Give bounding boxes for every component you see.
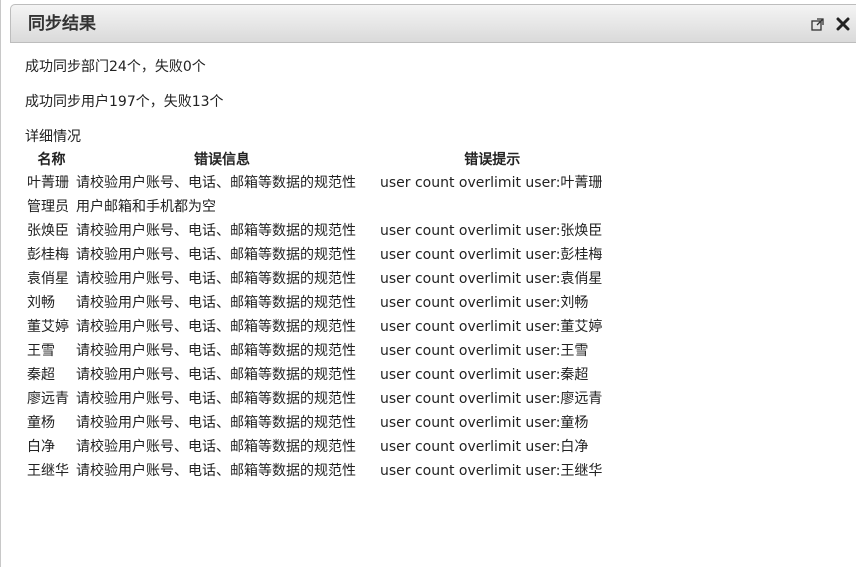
details-label: 详细情况 (25, 129, 81, 145)
close-icon[interactable] (834, 15, 852, 33)
table-row: 彭桂梅 请校验用户账号、电话、邮箱等数据的规范性 user count overli… (27, 242, 604, 266)
table-row: 王雪 请校验用户账号、电话、邮箱等数据的规范性 user count overlim… (27, 338, 604, 362)
row-hint-cell: user count overlimit user:刘畅 (380, 295, 589, 311)
user-sync-summary: 成功同步用户197个，失败13个 (25, 94, 224, 110)
row-name-cell: 彭桂梅 (27, 247, 69, 263)
row-hint-cell (380, 194, 604, 218)
column-header-message: 错误信息 (194, 152, 250, 168)
row-name-cell: 廖远青 (27, 391, 69, 407)
row-name-cell: 袁俏星 (27, 271, 69, 287)
column-header-hint: 错误提示 (464, 152, 521, 168)
row-message-cell: 用户邮箱和手机都为空 (76, 199, 216, 215)
table-row: 秦超 请校验用户账号、电话、邮箱等数据的规范性 user count overlim… (27, 362, 604, 386)
row-name-cell: 张焕臣 (27, 223, 69, 239)
row-message-cell: 请校验用户账号、电话、邮箱等数据的规范性 (76, 367, 356, 383)
column-header-name: 名称 (37, 152, 66, 168)
row-message-cell: 请校验用户账号、电话、邮箱等数据的规范性 (76, 247, 356, 263)
error-details-table: 名称 错误信息 错误提示 叶菁珊 请校验用户账号、电话、邮箱等数据的规范性 user… (27, 148, 604, 482)
row-name-cell: 王继华 (27, 463, 69, 479)
row-name-cell: 王雪 (27, 343, 55, 359)
row-message-cell: 请校验用户账号、电话、邮箱等数据的规范性 (76, 439, 356, 455)
row-hint-cell: user count overlimit user:王雪 (380, 343, 589, 359)
row-name-cell: 董艾婷 (27, 319, 69, 335)
row-message-cell: 请校验用户账号、电话、邮箱等数据的规范性 (76, 175, 356, 191)
row-hint-cell: user count overlimit user:童杨 (380, 415, 589, 431)
row-hint-cell: user count overlimit user:张焕臣 (380, 223, 603, 239)
row-name-cell: 刘畅 (27, 295, 55, 311)
row-message-cell: 请校验用户账号、电话、邮箱等数据的规范性 (76, 391, 356, 407)
row-hint-cell: user count overlimit user:袁俏星 (380, 271, 603, 287)
sync-result-dialog: 同步结果 成功同步部门24个，失败0个 成功同步用户197个，失败13个 详细情… (0, 0, 856, 567)
external-link-icon[interactable] (808, 15, 826, 33)
table-header-row: 名称 错误信息 错误提示 (27, 148, 604, 170)
row-message-cell: 请校验用户账号、电话、邮箱等数据的规范性 (76, 295, 356, 311)
dialog-titlebar: 同步结果 (10, 4, 856, 43)
row-name-cell: 白净 (27, 439, 55, 455)
table-row: 管理员 用户邮箱和手机都为空 (27, 194, 604, 218)
row-message-cell: 请校验用户账号、电话、邮箱等数据的规范性 (76, 343, 356, 359)
row-message-cell: 请校验用户账号、电话、邮箱等数据的规范性 (76, 223, 356, 239)
row-hint-cell: user count overlimit user:秦超 (380, 367, 589, 383)
row-hint-cell: user count overlimit user:董艾婷 (380, 319, 603, 335)
table-row: 张焕臣 请校验用户账号、电话、邮箱等数据的规范性 user count overli… (27, 218, 604, 242)
row-hint-cell: user count overlimit user:白净 (380, 439, 589, 455)
row-name-cell: 叶菁珊 (27, 175, 69, 191)
department-sync-summary: 成功同步部门24个，失败0个 (25, 59, 206, 75)
row-hint-cell: user count overlimit user:廖远青 (380, 391, 603, 407)
row-message-cell: 请校验用户账号、电话、邮箱等数据的规范性 (76, 463, 356, 479)
row-name-cell: 管理员 (27, 199, 69, 215)
table-row: 王继华 请校验用户账号、电话、邮箱等数据的规范性 user count overli… (27, 458, 604, 482)
row-hint-cell: user count overlimit user:彭桂梅 (380, 247, 603, 263)
row-message-cell: 请校验用户账号、电话、邮箱等数据的规范性 (76, 415, 356, 431)
row-name-cell: 秦超 (27, 367, 55, 383)
table-row: 刘畅 请校验用户账号、电话、邮箱等数据的规范性 user count overlim… (27, 290, 604, 314)
table-row: 董艾婷 请校验用户账号、电话、邮箱等数据的规范性 user count overli… (27, 314, 604, 338)
table-row: 白净 请校验用户账号、电话、邮箱等数据的规范性 user count overlim… (27, 434, 604, 458)
table-row: 袁俏星 请校验用户账号、电话、邮箱等数据的规范性 user count overli… (27, 266, 604, 290)
table-row: 叶菁珊 请校验用户账号、电话、邮箱等数据的规范性 user count overli… (27, 170, 604, 194)
row-hint-cell: user count overlimit user:叶菁珊 (380, 175, 603, 191)
row-message-cell: 请校验用户账号、电话、邮箱等数据的规范性 (76, 319, 356, 335)
row-message-cell: 请校验用户账号、电话、邮箱等数据的规范性 (76, 271, 356, 287)
dialog-title: 同步结果 (28, 14, 96, 34)
row-name-cell: 童杨 (27, 415, 55, 431)
row-hint-cell: user count overlimit user:王继华 (380, 463, 603, 479)
table-row: 童杨 请校验用户账号、电话、邮箱等数据的规范性 user count overlim… (27, 410, 604, 434)
table-row: 廖远青 请校验用户账号、电话、邮箱等数据的规范性 user count overli… (27, 386, 604, 410)
